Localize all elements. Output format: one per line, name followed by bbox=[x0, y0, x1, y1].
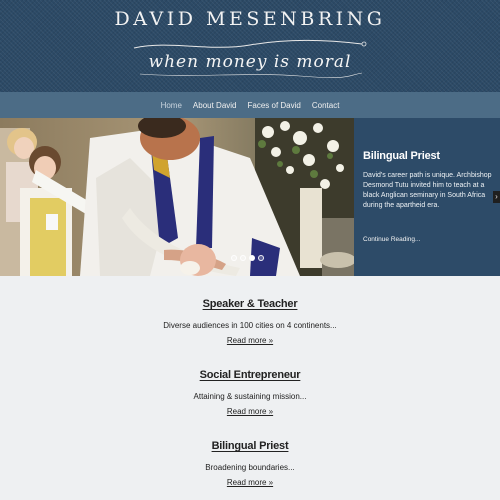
slider-next-arrow-icon[interactable]: › bbox=[493, 191, 500, 203]
slide-caption-text: David's career path is unique. Archbisho… bbox=[363, 172, 492, 209]
feature-title[interactable]: Speaker & Teacher bbox=[0, 298, 500, 310]
slider-dot[interactable] bbox=[231, 255, 237, 261]
nav-item-home[interactable]: Home bbox=[161, 101, 182, 110]
slide-photo[interactable] bbox=[0, 118, 354, 276]
slider-dots bbox=[231, 255, 264, 261]
nav-item-contact[interactable]: Contact bbox=[312, 101, 340, 110]
feature-social-entrepreneur: Social Entrepreneur Attaining & sustaini… bbox=[0, 369, 500, 419]
read-more-link[interactable]: Read more » bbox=[227, 478, 273, 487]
slide-caption-panel: Bilingual Priest David's career path is … bbox=[354, 118, 500, 276]
feature-bilingual-priest: Bilingual Priest Broadening boundaries..… bbox=[0, 440, 500, 490]
feature-text: Broadening boundaries... bbox=[205, 463, 295, 472]
slider-dot[interactable] bbox=[258, 255, 264, 261]
continue-reading-link[interactable]: Continue Reading... bbox=[363, 236, 420, 243]
nav-item-about-david[interactable]: About David bbox=[193, 101, 237, 110]
site-title[interactable]: DAVID MESENBRING bbox=[0, 8, 500, 30]
site-header: DAVID MESENBRING when money is moral bbox=[0, 0, 500, 92]
feature-speaker-teacher: Speaker & Teacher Diverse audiences in 1… bbox=[0, 298, 500, 348]
baptism-photo-image bbox=[0, 118, 354, 276]
feature-title[interactable]: Bilingual Priest bbox=[0, 440, 500, 452]
features-section: Speaker & Teacher Diverse audiences in 1… bbox=[0, 276, 500, 500]
slider-dot[interactable] bbox=[240, 255, 246, 261]
tagline-logo: when money is moral bbox=[130, 36, 370, 82]
feature-text: Attaining & sustaining mission... bbox=[193, 392, 307, 401]
hero-slider: Bilingual Priest David's career path is … bbox=[0, 118, 500, 276]
slide-caption-title: Bilingual Priest bbox=[363, 150, 440, 162]
slider-dot-active[interactable] bbox=[249, 255, 255, 261]
tagline: when money is moral bbox=[148, 52, 352, 72]
read-more-link[interactable]: Read more » bbox=[227, 407, 273, 416]
main-nav: Home About David Faces of David Contact bbox=[0, 92, 500, 118]
read-more-link[interactable]: Read more » bbox=[227, 336, 273, 345]
feature-title[interactable]: Social Entrepreneur bbox=[0, 369, 500, 381]
nav-item-faces-of-david[interactable]: Faces of David bbox=[248, 101, 301, 110]
feature-text: Diverse audiences in 100 cities on 4 con… bbox=[163, 321, 337, 330]
